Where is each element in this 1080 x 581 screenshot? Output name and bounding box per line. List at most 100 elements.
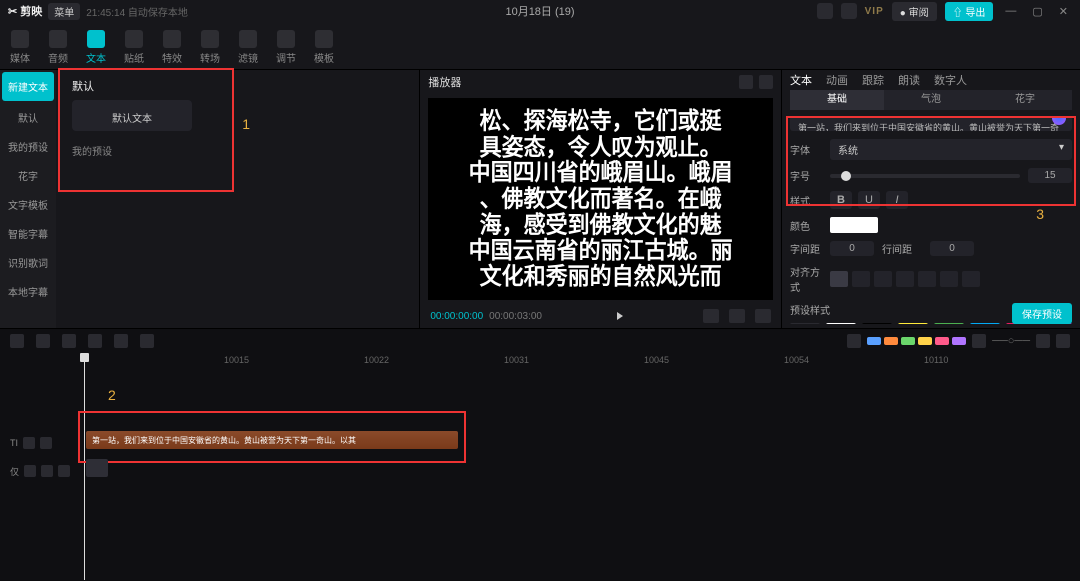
- zoom-out-icon[interactable]: [972, 334, 986, 348]
- rsubtab-基础[interactable]: 基础: [790, 90, 884, 110]
- align-v1-button[interactable]: [896, 271, 914, 287]
- preview-canvas[interactable]: 松、探海松寺，它们或挺 具姿态，令人叹为观止。 中国四川省的峨眉山。峨眉 、佛教…: [428, 98, 773, 300]
- preset-swatch-5[interactable]: [970, 323, 1000, 324]
- toolbar-transition[interactable]: 转场: [200, 30, 220, 65]
- leftnav-fancy[interactable]: 花字: [0, 161, 56, 190]
- align-right-button[interactable]: [874, 271, 892, 287]
- rtab-跟踪[interactable]: 跟踪: [862, 72, 884, 88]
- redo-icon[interactable]: [36, 334, 50, 348]
- window-close[interactable]: ✕: [1055, 5, 1072, 18]
- align-center-button[interactable]: [852, 271, 870, 287]
- track-chip-1[interactable]: [884, 337, 898, 345]
- leftnav-smart[interactable]: 智能字幕: [0, 219, 56, 248]
- track-chip-0[interactable]: [867, 337, 881, 345]
- align-left-button[interactable]: [830, 271, 848, 287]
- track-chip-2[interactable]: [901, 337, 915, 345]
- rtab-动画[interactable]: 动画: [826, 72, 848, 88]
- rtab-数字人[interactable]: 数字人: [934, 72, 967, 88]
- split-icon[interactable]: [62, 334, 76, 348]
- track-chip-3[interactable]: [918, 337, 932, 345]
- color-label: 颜色: [790, 218, 822, 233]
- bold-button[interactable]: B: [830, 191, 852, 209]
- rsubtab-气泡[interactable]: 气泡: [884, 90, 978, 110]
- leftnav-preset[interactable]: 我的预设: [0, 132, 56, 161]
- vip-badge[interactable]: VIP: [865, 6, 884, 17]
- window-max[interactable]: ▢: [1028, 5, 1046, 18]
- preset-swatch-4[interactable]: [934, 323, 964, 324]
- zoom-fit-icon[interactable]: [1056, 334, 1070, 348]
- toolbar-sticker[interactable]: 贴纸: [124, 30, 144, 65]
- align-v2-button[interactable]: [918, 271, 936, 287]
- rsubtab-花字[interactable]: 花字: [978, 90, 1072, 110]
- zoom-in-icon[interactable]: [1036, 334, 1050, 348]
- size-slider[interactable]: [830, 174, 1020, 178]
- preset-swatch-2[interactable]: [862, 323, 892, 324]
- shortcut-icon[interactable]: [841, 3, 857, 19]
- review-button[interactable]: ● 审阅: [892, 2, 937, 21]
- video-clip[interactable]: [86, 459, 108, 477]
- tool6-icon[interactable]: [140, 334, 154, 348]
- size-value[interactable]: 15: [1028, 168, 1072, 183]
- align-v3-button[interactable]: [940, 271, 958, 287]
- line-spacing-value[interactable]: 0: [930, 241, 974, 256]
- italic-button[interactable]: I: [886, 191, 908, 209]
- mic-icon[interactable]: [847, 334, 861, 348]
- toolbar-filter[interactable]: 滤镜: [238, 30, 258, 65]
- align-label: 对齐方式: [790, 264, 822, 294]
- layout-icon[interactable]: [817, 3, 833, 19]
- align-v4-button[interactable]: [962, 271, 980, 287]
- default-text-card[interactable]: 默认文本: [72, 100, 192, 131]
- rtab-文本[interactable]: 文本: [790, 72, 812, 88]
- eye2-icon[interactable]: [41, 465, 53, 477]
- preset-label: 我的预设: [72, 143, 411, 158]
- preset-swatch-1[interactable]: [826, 323, 856, 324]
- export-button[interactable]: ⇧ 导出: [945, 2, 994, 21]
- preset-swatch-0[interactable]: [790, 323, 820, 324]
- toolbar-effect[interactable]: 特效: [162, 30, 182, 65]
- mute-icon[interactable]: [58, 465, 70, 477]
- track-chip-4[interactable]: [935, 337, 949, 345]
- char-spacing-value[interactable]: 0: [830, 241, 874, 256]
- toolbar-media[interactable]: 媒体: [10, 30, 30, 65]
- leftnav-local[interactable]: 本地字幕: [0, 277, 56, 306]
- text-track[interactable]: TI 第一站，我们来到位于中国安徽省的黄山。黄山被誉为天下第一奇山。以其: [0, 431, 1080, 455]
- window-min[interactable]: —: [1001, 5, 1020, 17]
- eye-icon[interactable]: [40, 437, 52, 449]
- fullscreen-icon[interactable]: [755, 309, 771, 323]
- toolbar-template[interactable]: 模板: [314, 30, 334, 65]
- preset-swatch-3[interactable]: [898, 323, 928, 324]
- lock2-icon[interactable]: [24, 465, 36, 477]
- leftnav-new[interactable]: 新建文本: [2, 72, 54, 101]
- leftnav-rec[interactable]: 识别歌词: [0, 248, 56, 277]
- scale-icon[interactable]: [703, 309, 719, 323]
- preview-expand-icon[interactable]: [759, 75, 773, 89]
- timeline-ruler[interactable]: 100151002210031100451005410110: [84, 353, 1080, 371]
- asset-content: 默认 默认文本 我的预设 1: [56, 70, 419, 328]
- transition-icon: [201, 30, 219, 48]
- text-clip[interactable]: 第一站，我们来到位于中国安徽省的黄山。黄山被誉为天下第一奇山。以其: [86, 431, 458, 449]
- char-spacing-label: 字间距: [790, 241, 822, 256]
- leftnav-default[interactable]: 默认: [0, 103, 56, 132]
- rtab-朗读[interactable]: 朗读: [898, 72, 920, 88]
- underline-button[interactable]: U: [858, 191, 880, 209]
- ratio-button[interactable]: [729, 309, 745, 323]
- tool5-icon[interactable]: [114, 334, 128, 348]
- color-swatch[interactable]: [830, 217, 878, 233]
- menu-button[interactable]: 菜单: [48, 3, 80, 20]
- track-chip-5[interactable]: [952, 337, 966, 345]
- leftnav-tmpl[interactable]: 文字模板: [0, 190, 56, 219]
- preview-ratio-icon[interactable]: [739, 75, 753, 89]
- lock-icon[interactable]: [23, 437, 35, 449]
- delete-icon[interactable]: [88, 334, 102, 348]
- toolbar-text[interactable]: 文本: [86, 30, 106, 65]
- inspector-tabs: 文本动画跟踪朗读数字人: [790, 72, 1072, 88]
- text-content-input[interactable]: 第一站，我们来到位于中国安徽省的黄山。黄山被誉为天下第一奇山。以其奇松、怪石、云…: [790, 116, 1072, 131]
- ai-icon[interactable]: [1052, 116, 1066, 125]
- toolbar-adjust[interactable]: 调节: [276, 30, 296, 65]
- font-select[interactable]: 系统▾: [830, 139, 1072, 160]
- toolbar-audio[interactable]: 音频: [48, 30, 68, 65]
- undo-icon[interactable]: [10, 334, 24, 348]
- play-button[interactable]: [617, 312, 623, 320]
- video-track[interactable]: 仅: [0, 459, 1080, 483]
- save-preset-button[interactable]: 保存预设: [1012, 303, 1072, 324]
